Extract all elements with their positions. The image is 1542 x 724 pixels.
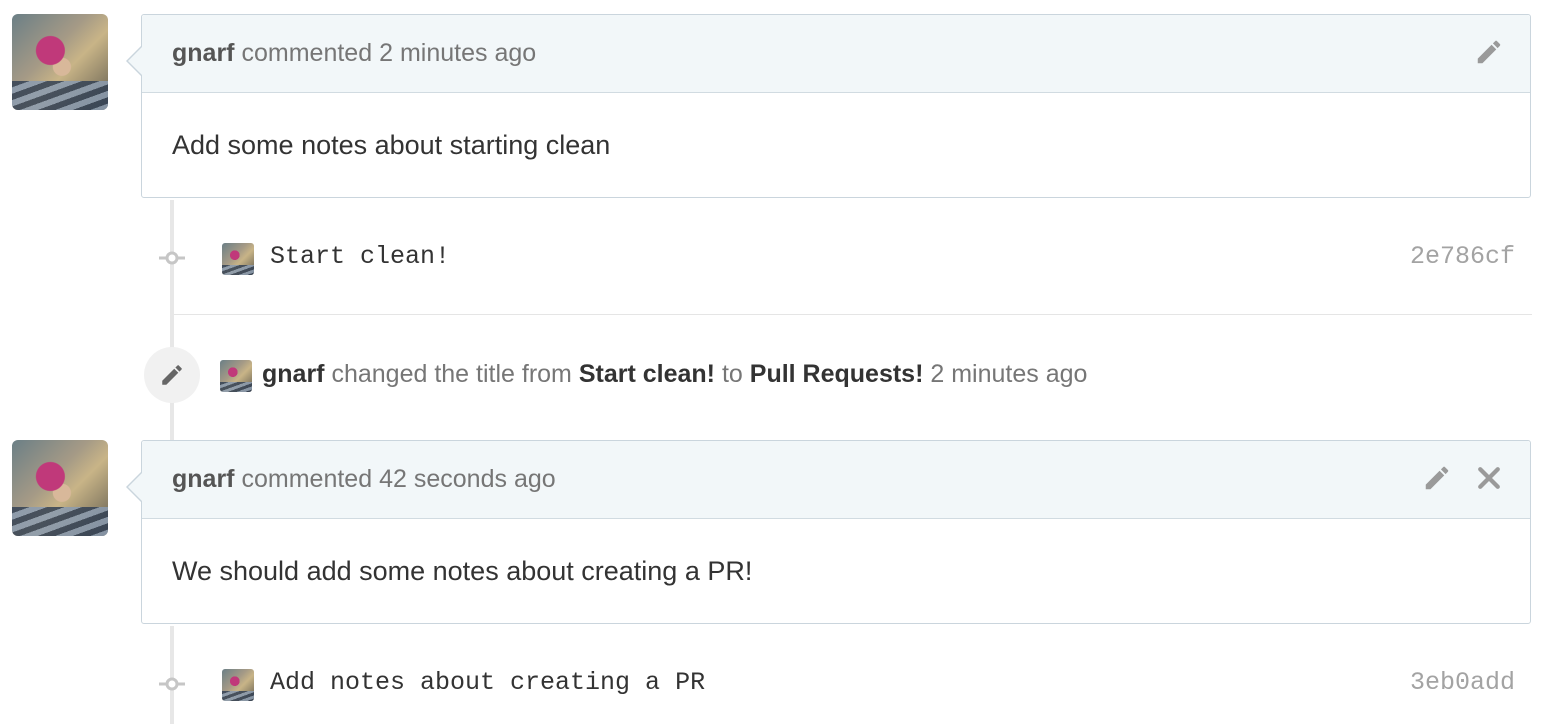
edit-icon xyxy=(144,347,200,403)
old-title: Start clean! xyxy=(578,360,715,388)
comment-action: commented xyxy=(241,39,373,67)
event-connector: to xyxy=(721,360,743,388)
comment-author[interactable]: gnarf xyxy=(172,465,235,494)
comment-header: gnarf commented 42 seconds ago xyxy=(142,441,1530,519)
comment-author[interactable]: gnarf xyxy=(172,39,235,68)
comment-body: We should add some notes about creating … xyxy=(172,555,753,586)
edit-icon[interactable] xyxy=(1474,37,1504,67)
new-title: Pull Requests! xyxy=(749,360,924,388)
commit-sha[interactable]: 2e786cf xyxy=(1410,242,1515,271)
comment-caret xyxy=(128,472,143,502)
comment-body: Add some notes about starting clean xyxy=(172,129,611,160)
divider xyxy=(174,314,1532,315)
close-icon[interactable] xyxy=(1474,463,1504,493)
edit-icon[interactable] xyxy=(1422,463,1452,493)
comment-card: gnarf commented 42 seconds ago We should… xyxy=(126,440,1531,624)
event-time[interactable]: 2 minutes ago xyxy=(930,360,1087,388)
commit-message[interactable]: Add notes about creating a PR xyxy=(270,668,705,697)
comment-caret xyxy=(128,46,143,76)
commit-node-icon xyxy=(159,677,185,691)
comment-header: gnarf commented 2 minutes ago xyxy=(142,15,1530,93)
event-text: gnarf changed the title from Start clean… xyxy=(262,360,1087,389)
avatar[interactable] xyxy=(220,360,252,392)
comment-actions xyxy=(1474,37,1504,67)
comment-action: commented xyxy=(241,465,373,493)
comment-card: gnarf commented 2 minutes ago Add some n… xyxy=(126,14,1531,198)
avatar[interactable] xyxy=(12,440,108,536)
comment-actions xyxy=(1422,463,1504,493)
comment-time[interactable]: 2 minutes ago xyxy=(379,39,536,68)
title-change-event: gnarf changed the title from Start clean… xyxy=(0,346,1542,406)
avatar[interactable] xyxy=(222,243,254,275)
event-description: changed the title from xyxy=(331,360,572,388)
commit-message[interactable]: Start clean! xyxy=(270,242,450,271)
avatar[interactable] xyxy=(222,669,254,701)
commit-row: Start clean! 2e786cf xyxy=(0,238,1542,278)
event-author[interactable]: gnarf xyxy=(262,360,325,388)
commit-node-icon xyxy=(159,251,185,265)
comment-time[interactable]: 42 seconds ago xyxy=(379,465,556,494)
commit-sha[interactable]: 3eb0add xyxy=(1410,668,1515,697)
commit-row: Add notes about creating a PR 3eb0add xyxy=(0,664,1542,704)
avatar[interactable] xyxy=(12,14,108,110)
